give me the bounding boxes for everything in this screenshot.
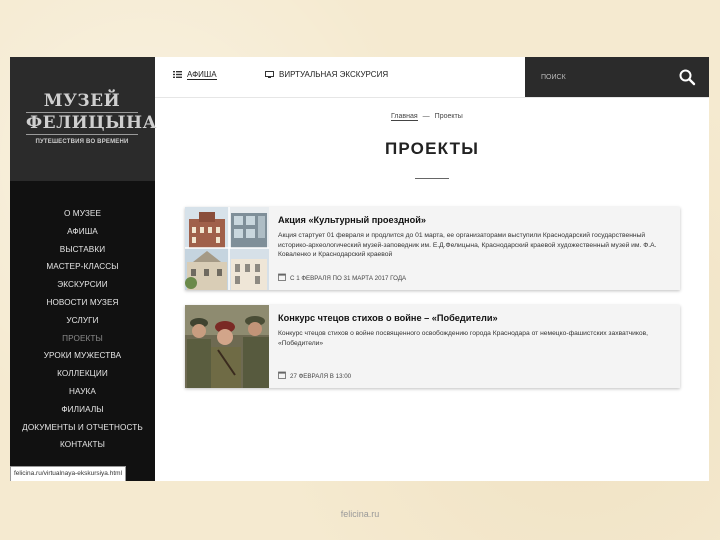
logo-line-1: МУЗЕЙ (26, 93, 138, 113)
sidebar-item-exhibitions[interactable]: ВЫСТАВКИ (10, 241, 155, 259)
project-image-soldiers (185, 305, 269, 388)
project-title[interactable]: Конкурс чтецов стихов о войне – «Победит… (278, 313, 673, 323)
calendar-icon (278, 371, 286, 379)
list-icon (173, 71, 182, 78)
sidebar-item-excursions[interactable]: ЭКСКУРСИИ (10, 276, 155, 294)
project-card[interactable]: Акция «Культурный проездной» Акция старт… (185, 207, 680, 290)
breadcrumb: Главная — Проекты (391, 113, 463, 121)
breadcrumb-home-link[interactable]: Главная (391, 113, 418, 121)
calendar-icon (278, 273, 286, 281)
logo-area[interactable]: МУЗЕЙ ФЕЛИЦЫНА ПУТЕШЕСТВИЯ ВО ВРЕМЕНИ (10, 57, 157, 181)
tab-virtual-tour-label: ВИРТУАЛЬНАЯ ЭКСКУРСИЯ (279, 70, 389, 79)
logo-tagline: ПУТЕШЕСТВИЯ ВО ВРЕМЕНИ (35, 139, 129, 145)
sidebar-item-lessons[interactable]: УРОКИ МУЖЕСТВА (10, 347, 155, 365)
sidebar: МУЗЕЙ ФЕЛИЦЫНА ПУТЕШЕСТВИЯ ВО ВРЕМЕНИ О … (10, 57, 157, 481)
museum-logo[interactable]: МУЗЕЙ ФЕЛИЦЫНА ПУТЕШЕСТВИЯ ВО ВРЕМЕНИ (26, 93, 157, 155)
sidebar-item-science[interactable]: НАУКА (10, 383, 155, 401)
slide-footer-source: felicina.ru (340, 509, 380, 519)
status-url: felicina.ru/virtualnaya-ekskursiya.html (10, 466, 127, 481)
tab-afisha[interactable]: АФИША (173, 70, 217, 80)
sidebar-item-about[interactable]: О МУЗЕЕ (10, 205, 155, 223)
monitor-icon (265, 71, 274, 78)
sidebar-item-news[interactable]: НОВОСТИ МУЗЕЯ (10, 294, 155, 312)
tab-virtual-tour[interactable]: ВИРТУАЛЬНАЯ ЭКСКУРСИЯ (265, 70, 388, 79)
project-date-text: С 1 ФЕВРАЛЯ ПО 31 МАРТА 2017 ГОДА (290, 275, 407, 282)
sidebar-item-contacts[interactable]: КОНТАКТЫ (10, 436, 155, 454)
project-description: Конкурс чтецов стихов о войне посвященно… (278, 330, 649, 347)
breadcrumb-separator: — (422, 113, 430, 120)
project-date: 27 ФЕВРАЛЯ В 13:00 (278, 371, 351, 380)
project-title[interactable]: Акция «Культурный проездной» (278, 215, 673, 225)
sidebar-item-collections[interactable]: КОЛЛЕКЦИИ (10, 365, 155, 383)
website-screenshot: МУЗЕЙ ФЕЛИЦЫНА ПУТЕШЕСТВИЯ ВО ВРЕМЕНИ О … (10, 57, 709, 481)
project-image-buildings (185, 207, 269, 290)
breadcrumb-current: Проекты (434, 113, 463, 120)
project-card-body: Конкурс чтецов стихов о войне – «Победит… (278, 313, 673, 348)
sidebar-nav: О МУЗЕЕ АФИША ВЫСТАВКИ МАСТЕР-КЛАССЫ ЭКС… (10, 205, 155, 454)
project-date-text: 27 ФЕВРАЛЯ В 13:00 (290, 373, 352, 380)
project-card[interactable]: Конкурс чтецов стихов о войне – «Победит… (185, 305, 680, 388)
tab-afisha-label: АФИША (187, 70, 217, 80)
project-description: Акция стартует 01 февраля и продлится до… (278, 232, 657, 258)
search-input[interactable] (541, 70, 661, 84)
logo-line-2: ФЕЛИЦЫНА (26, 113, 157, 135)
sidebar-item-branches[interactable]: ФИЛИАЛЫ (10, 401, 155, 419)
search-bar (525, 57, 709, 97)
page-title: ПРОЕКТЫ (384, 139, 480, 158)
top-bar: АФИША ВИРТУАЛЬНАЯ ЭКСКУРСИЯ (155, 57, 709, 98)
project-date: С 1 ФЕВРАЛЯ ПО 31 МАРТА 2017 ГОДА (278, 273, 406, 282)
project-card-body: Акция «Культурный проездной» Акция старт… (278, 215, 673, 260)
sidebar-item-afisha[interactable]: АФИША (10, 223, 155, 241)
search-icon[interactable] (678, 68, 696, 86)
sidebar-item-master-classes[interactable]: МАСТЕР-КЛАССЫ (10, 258, 155, 276)
sidebar-item-documents[interactable]: ДОКУМЕНТЫ И ОТЧЕТНОСТЬ (10, 419, 155, 437)
sidebar-item-projects[interactable]: ПРОЕКТЫ (10, 330, 155, 348)
sidebar-item-services[interactable]: УСЛУГИ (10, 312, 155, 330)
title-divider (415, 178, 449, 179)
